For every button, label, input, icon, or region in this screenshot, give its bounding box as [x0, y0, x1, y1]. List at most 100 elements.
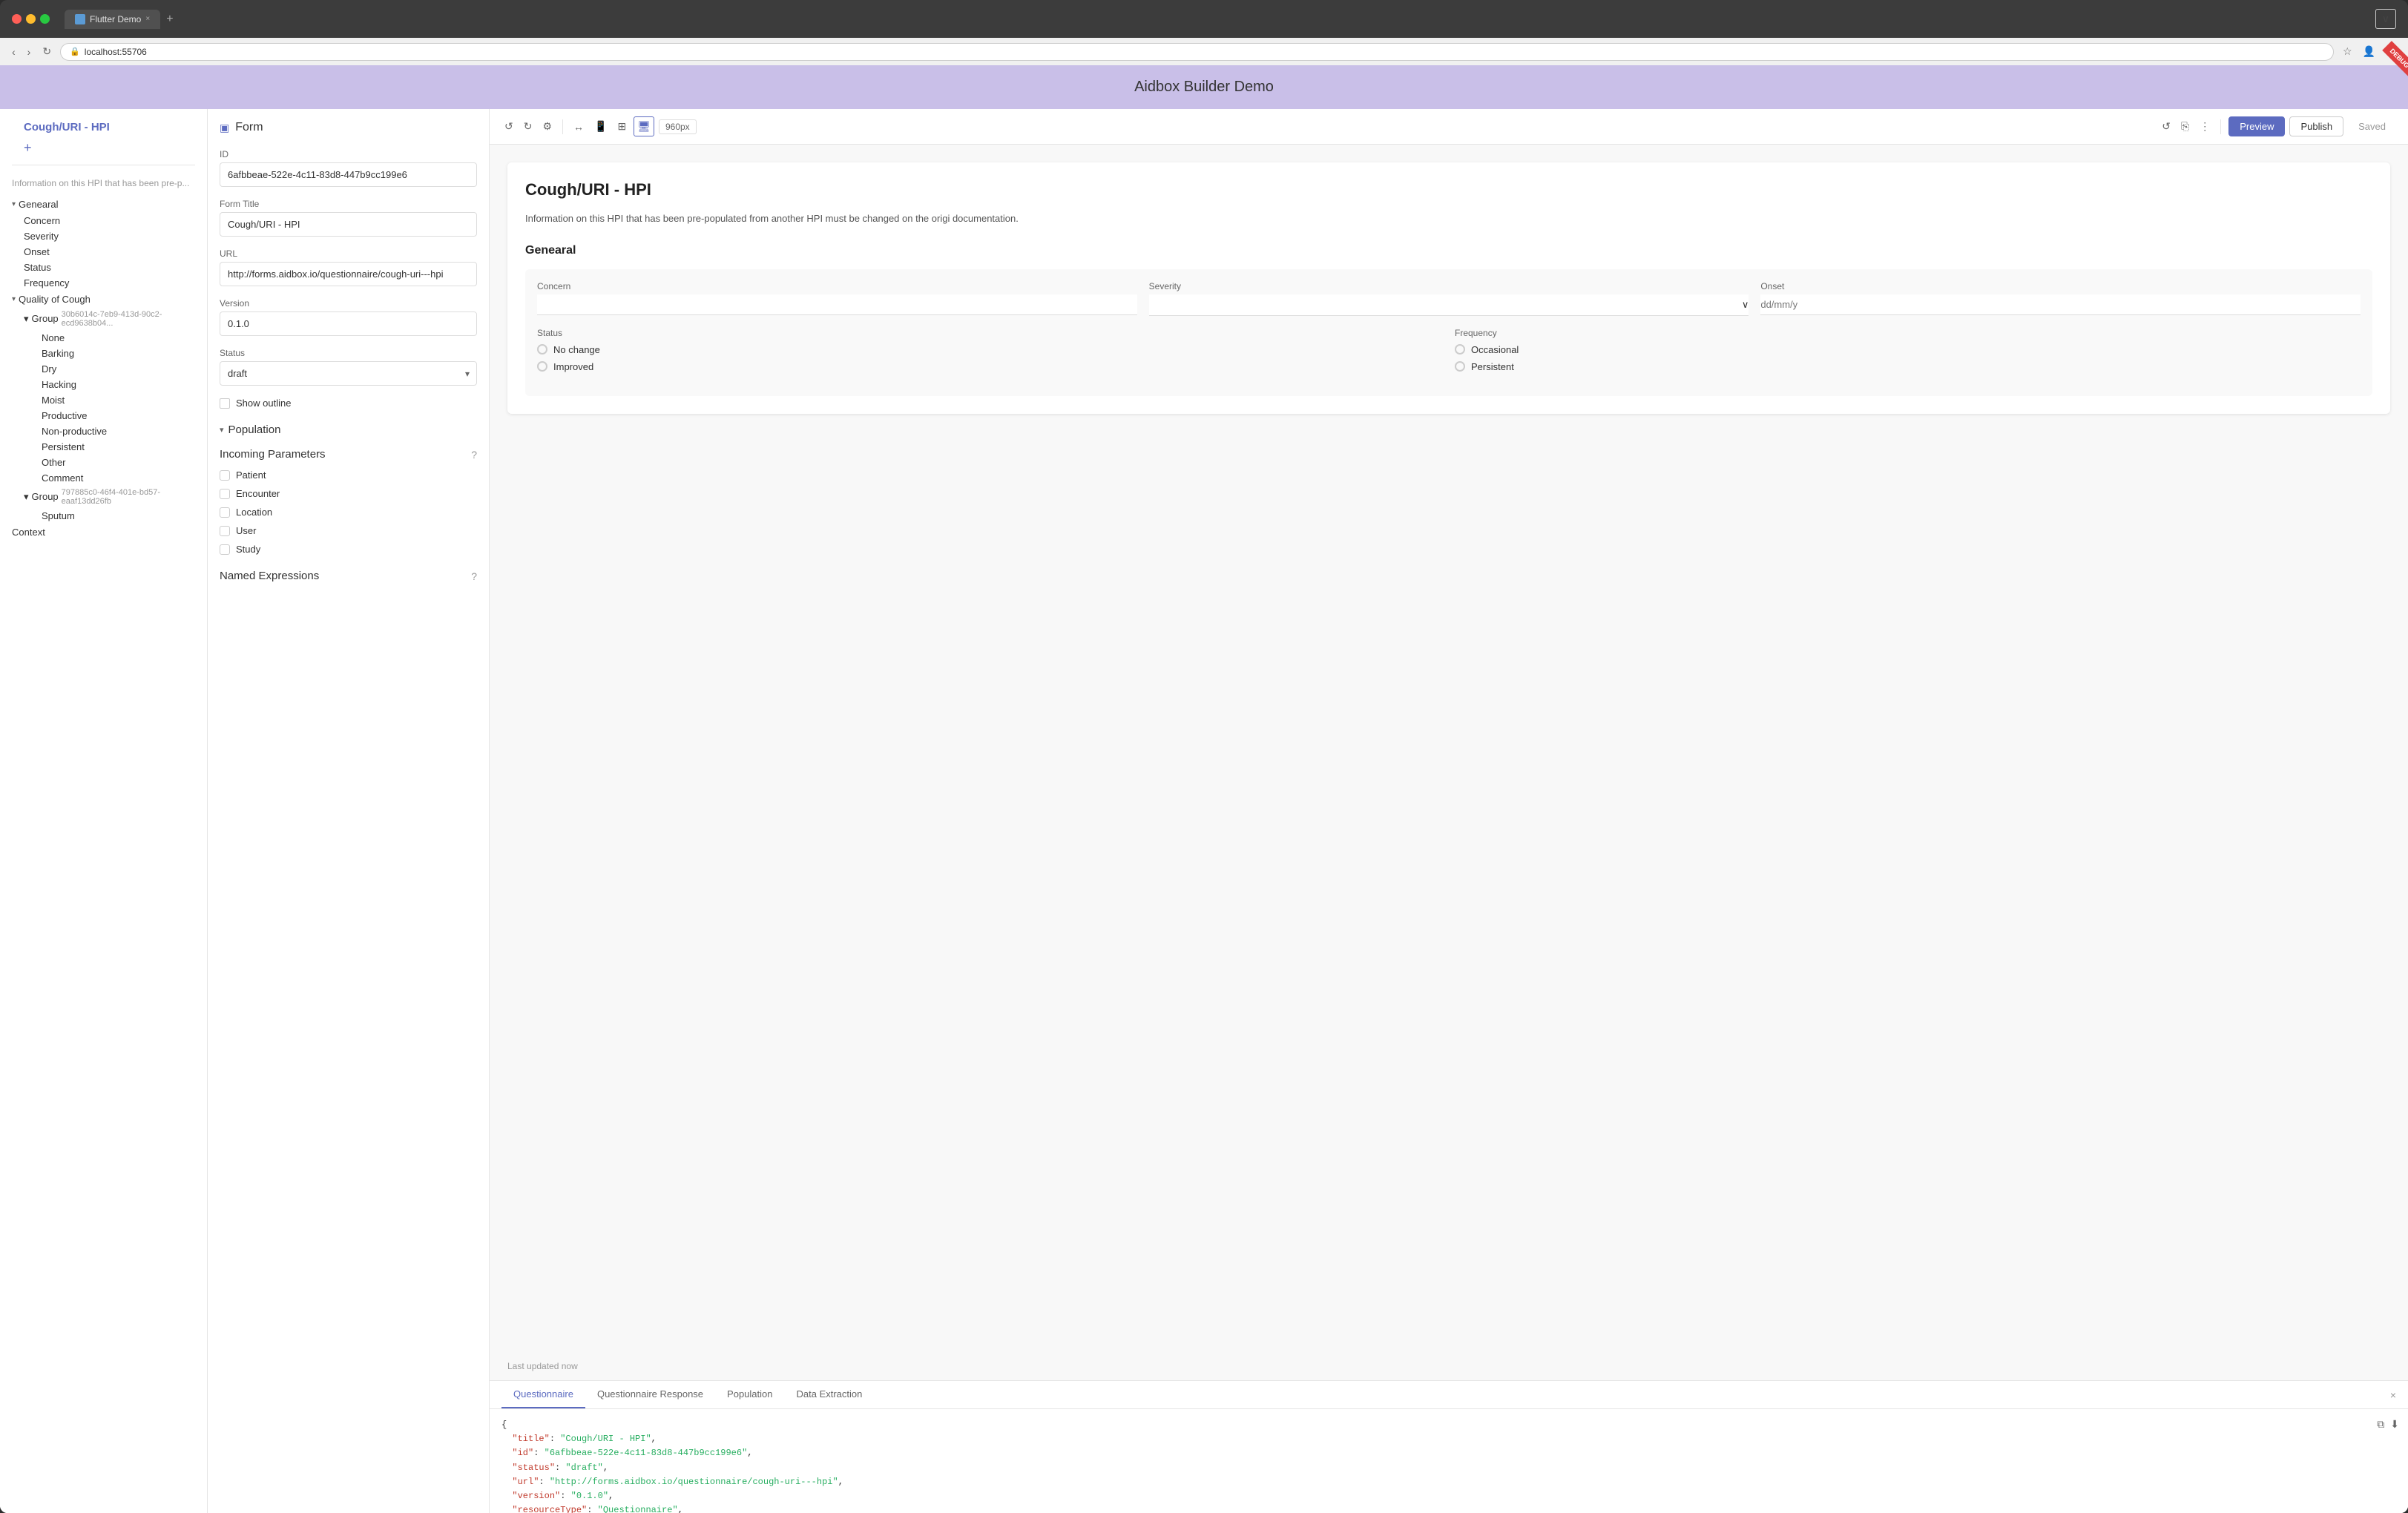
sidebar-item-frequency[interactable]: Frequency — [0, 275, 207, 291]
population-section-header[interactable]: ▾ Population — [220, 423, 477, 436]
version-input[interactable] — [220, 312, 477, 336]
radio-no-change-label: No change — [553, 344, 600, 355]
publish-button[interactable]: Publish — [2289, 116, 2343, 136]
browser-tab[interactable]: Flutter Demo × — [65, 10, 160, 29]
mobile-icon[interactable]: 📱 — [591, 117, 610, 136]
close-window-button[interactable] — [12, 14, 22, 24]
undo-icon[interactable]: ↺ — [501, 117, 516, 136]
onset-input[interactable] — [1760, 294, 2361, 315]
browser-toolbar: ‹ › ↻ 🔒 localhost:55706 ☆ 👤 ⋮ — [0, 38, 2408, 65]
frequency-col: Frequency Occasional Persist — [1455, 328, 2361, 372]
tab-questionnaire-response[interactable]: Questionnaire Response — [585, 1381, 715, 1408]
tab-questionnaire[interactable]: Questionnaire — [501, 1381, 585, 1408]
tab-close-button[interactable]: × — [145, 15, 150, 23]
param-study-checkbox[interactable] — [220, 544, 230, 555]
radio-persistent[interactable]: Persistent — [1455, 361, 2361, 372]
sidebar-item-status[interactable]: Status — [0, 260, 207, 275]
address-bar[interactable]: 🔒 localhost:55706 — [60, 43, 2334, 61]
radio-occasional[interactable]: Occasional — [1455, 344, 2361, 355]
sidebar-item-moist[interactable]: Moist — [6, 392, 207, 408]
sidebar-item-onset[interactable]: Onset — [0, 244, 207, 260]
traffic-lights — [12, 14, 50, 24]
bottom-panel-close-button[interactable]: × — [2390, 1382, 2396, 1408]
incoming-params-title: Incoming Parameters — [220, 448, 326, 461]
status-select[interactable]: draft active retired unknown — [220, 361, 477, 386]
frequency-field-label: Frequency — [1455, 328, 2361, 338]
named-expressions-help-icon[interactable]: ? — [471, 570, 477, 582]
sidebar-sub-group-2: ▾ Group 797885c0-46f4-401e-bd57-eaaf13dd… — [0, 486, 207, 524]
param-patient-checkbox[interactable] — [220, 470, 230, 481]
middle-panel: ▣ Form ID Form Title URL Version — [208, 109, 490, 1513]
sidebar-item-none[interactable]: None — [6, 330, 207, 346]
id-input[interactable] — [220, 162, 477, 187]
status-radio-group: No change Improved — [537, 344, 1443, 372]
desktop-icon[interactable]: 🖥 — [634, 116, 654, 136]
sidebar-add-button[interactable]: + — [12, 140, 195, 156]
show-outline-checkbox[interactable] — [220, 398, 230, 409]
settings-icon[interactable]: ⚙ — [539, 117, 555, 136]
sidebar-item-concern[interactable]: Concern — [0, 213, 207, 228]
sidebar-item-sputum[interactable]: Sputum — [6, 508, 207, 524]
new-tab-button[interactable]: + — [160, 13, 179, 26]
sidebar-sub-group-header-1[interactable]: ▾ Group 30b6014c-7eb9-413d-90c2-ecd9638b… — [6, 308, 207, 330]
form-title-input[interactable] — [220, 212, 477, 237]
param-user-checkbox[interactable] — [220, 526, 230, 536]
sidebar-group-header-context[interactable]: Context — [0, 524, 207, 541]
window-controls-button[interactable]: ∨ — [2375, 9, 2396, 29]
tab-favicon — [75, 14, 85, 24]
json-actions: ⧉ ⬇ — [2377, 1418, 2399, 1431]
forward-button[interactable]: › — [24, 43, 34, 61]
sidebar-group-header-quality[interactable]: ▾ Quality of Cough — [0, 291, 207, 308]
sidebar-item-comment[interactable]: Comment — [6, 470, 207, 486]
radio-improved-button[interactable] — [537, 361, 547, 372]
sidebar-item-other[interactable]: Other — [6, 455, 207, 470]
tab-data-extraction[interactable]: Data Extraction — [785, 1381, 875, 1408]
param-patient-label: Patient — [236, 469, 266, 481]
population-section-content: Incoming Parameters ? Patient Encounter … — [220, 448, 477, 582]
account-button[interactable]: 👤 — [2360, 42, 2378, 61]
sidebar-item-barking[interactable]: Barking — [6, 346, 207, 361]
sidebar-item-hacking[interactable]: Hacking — [6, 377, 207, 392]
radio-occasional-button[interactable] — [1455, 344, 1465, 355]
sidebar-item-persistent[interactable]: Persistent — [6, 439, 207, 455]
more-options-icon[interactable]: ⋮ — [2197, 117, 2213, 136]
panel-title-text: Form — [235, 121, 263, 134]
sidebar-group-label-quality: Quality of Cough — [19, 294, 91, 305]
severity-select[interactable]: ∨ — [1149, 294, 1749, 316]
minimize-window-button[interactable] — [26, 14, 36, 24]
sidebar-item-dry[interactable]: Dry — [6, 361, 207, 377]
radio-persistent-button[interactable] — [1455, 361, 1465, 372]
refresh-preview-icon[interactable]: ↺ — [2159, 117, 2174, 136]
show-outline-row: Show outline — [220, 398, 477, 409]
sidebar-item-productive[interactable]: Productive — [6, 408, 207, 423]
back-button[interactable]: ‹ — [9, 43, 19, 61]
share-icon[interactable]: ⎘ — [2178, 117, 2192, 136]
copy-json-button[interactable]: ⧉ — [2377, 1418, 2384, 1431]
sidebar-item-non-productive[interactable]: Non-productive — [6, 423, 207, 439]
maximize-window-button[interactable] — [40, 14, 50, 24]
sidebar-item-severity[interactable]: Severity — [0, 228, 207, 244]
preview-button[interactable]: Preview — [2228, 116, 2285, 136]
preview-content: Cough/URI - HPI Information on this HPI … — [490, 145, 2408, 1352]
incoming-params-help-icon[interactable]: ? — [471, 449, 477, 461]
arrows-icon[interactable]: ↔ — [570, 118, 587, 136]
download-json-button[interactable]: ⬇ — [2390, 1418, 2399, 1431]
radio-no-change-button[interactable] — [537, 344, 547, 355]
status-field: Status draft active retired unknown ▾ — [220, 348, 477, 386]
radio-no-change[interactable]: No change — [537, 344, 1443, 355]
tablet-icon[interactable]: ⊞ — [614, 117, 629, 136]
sidebar-sub-group-header-2[interactable]: ▾ Group 797885c0-46f4-401e-bd57-eaaf13dd… — [6, 486, 207, 508]
refresh-button[interactable]: ↻ — [39, 42, 54, 61]
saved-label: Saved — [2348, 117, 2396, 136]
concern-input[interactable] — [537, 294, 1137, 315]
sidebar-group-header-genearal[interactable]: ▾ Genearal — [0, 196, 207, 213]
tab-population[interactable]: Population — [715, 1381, 784, 1408]
bookmark-button[interactable]: ☆ — [2340, 42, 2355, 61]
redo-icon[interactable]: ↻ — [521, 117, 536, 136]
id-field: ID — [220, 149, 477, 187]
param-location-checkbox[interactable] — [220, 507, 230, 518]
url-text: localhost:55706 — [85, 47, 147, 57]
param-encounter-checkbox[interactable] — [220, 489, 230, 499]
radio-improved[interactable]: Improved — [537, 361, 1443, 372]
url-input[interactable] — [220, 262, 477, 286]
